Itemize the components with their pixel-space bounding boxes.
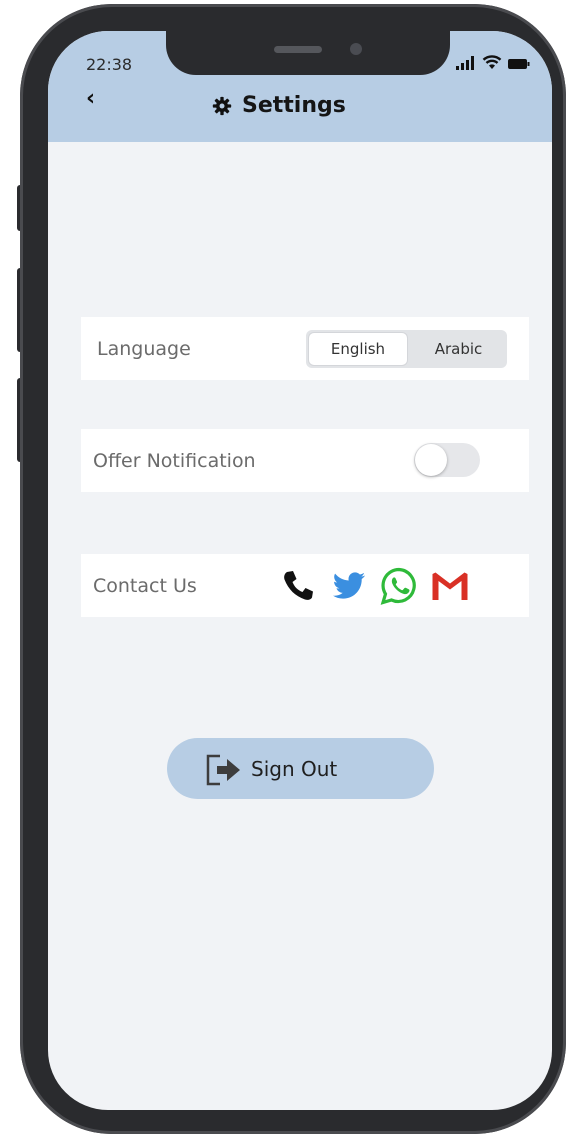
status-time: 22:38 [86, 55, 133, 74]
back-button[interactable]: ‹ [86, 86, 95, 111]
language-option-english[interactable]: English [309, 333, 407, 365]
speaker-grille [274, 46, 322, 53]
front-camera [350, 43, 362, 55]
sign-out-button[interactable]: Sign Out [167, 738, 434, 799]
notch [166, 31, 450, 75]
offer-notification-toggle[interactable] [414, 443, 480, 477]
battery-icon [508, 59, 530, 69]
contact-us-row: Contact Us [81, 554, 529, 617]
contact-us-label: Contact Us [93, 574, 197, 597]
app-header: 22:38 ‹ Settings [48, 31, 552, 142]
offer-notification-label: Offer Notification [93, 449, 256, 472]
sign-out-icon [206, 754, 240, 786]
language-segmented-control: English Arabic [306, 330, 507, 368]
wifi-icon [482, 55, 502, 69]
gear-icon [212, 96, 232, 115]
phone-screen: 22:38 ‹ Settings Language English Arabic… [48, 31, 552, 1110]
page-title-group: Settings [212, 93, 346, 118]
phone-icon[interactable] [278, 566, 318, 606]
language-option-arabic[interactable]: Arabic [410, 330, 507, 368]
language-label: Language [97, 337, 191, 360]
page-title: Settings [242, 93, 346, 118]
chevron-left-icon: ‹ [86, 86, 96, 111]
gmail-icon[interactable] [430, 566, 470, 606]
signal-icon [456, 56, 474, 70]
toggle-knob [415, 444, 447, 476]
offer-notification-row: Offer Notification [81, 429, 529, 492]
whatsapp-icon[interactable] [379, 566, 419, 606]
sign-out-label: Sign Out [251, 757, 338, 781]
status-icons [456, 55, 530, 70]
language-row: Language English Arabic [81, 317, 529, 380]
twitter-icon[interactable] [329, 566, 369, 606]
